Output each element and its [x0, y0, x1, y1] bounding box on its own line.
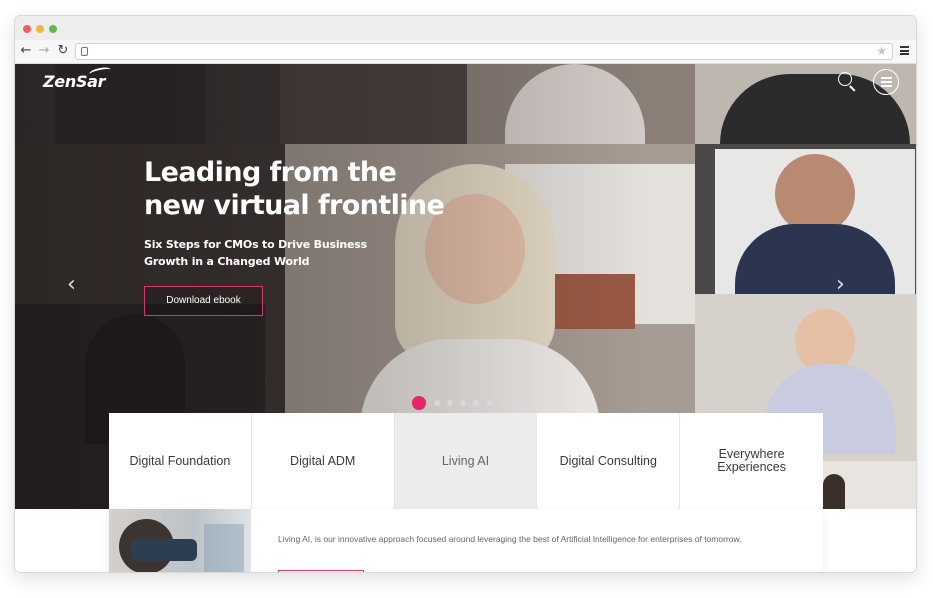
address-bar[interactable]: ★ — [75, 43, 893, 60]
lock-icon — [81, 47, 88, 56]
maximize-window-button[interactable] — [49, 25, 57, 33]
carousel-dot[interactable] — [412, 396, 426, 410]
arrow-right-icon[interactable]: → — [37, 44, 51, 58]
carousel-dot[interactable] — [473, 400, 479, 406]
tab-digital-consulting[interactable]: Digital Consulting — [537, 413, 681, 509]
vr-headset-image — [109, 509, 251, 572]
carousel-dot[interactable] — [460, 400, 466, 406]
reload-icon[interactable]: ↻ — [56, 44, 70, 58]
carousel-prev-icon[interactable]: ‹ — [67, 272, 76, 297]
tab-living-ai[interactable]: Living AI — [394, 413, 538, 509]
hero-title: Leading from the new virtual frontline — [144, 157, 445, 221]
tab-digital-adm[interactable]: Digital ADM — [251, 413, 395, 509]
carousel-dot[interactable] — [486, 400, 492, 406]
learn-more-button[interactable] — [278, 570, 364, 572]
tab-digital-foundation[interactable]: Digital Foundation — [109, 413, 252, 509]
star-icon[interactable]: ★ — [876, 44, 887, 59]
hero-subtitle: Six Steps for CMOs to Drive Business Gro… — [144, 238, 368, 268]
close-window-button[interactable] — [23, 25, 31, 33]
browser-window: ← → ↻ ★ ZenSar Leading from the new virt… — [14, 15, 917, 573]
carousel-dot[interactable] — [499, 400, 505, 406]
browser-toolbar: ← → ↻ ★ — [15, 40, 916, 64]
hamburger-icon[interactable] — [873, 69, 899, 95]
carousel-dot[interactable] — [434, 400, 440, 406]
carousel-dot[interactable] — [512, 400, 518, 406]
living-ai-card: Living AI, is our innovative approach fo… — [109, 509, 823, 572]
tab-everywhere-experiences[interactable]: Everywhere Experiences — [680, 413, 823, 509]
minimize-window-button[interactable] — [36, 25, 44, 33]
menu-icon[interactable] — [900, 46, 909, 55]
search-icon[interactable] — [838, 72, 856, 92]
carousel-next-icon[interactable]: › — [836, 272, 845, 297]
arrow-left-icon[interactable]: ← — [19, 44, 33, 58]
download-ebook-button[interactable]: Download ebook — [144, 286, 263, 316]
offerings-tabs: Digital Foundation Digital ADM Living AI… — [109, 413, 823, 509]
living-ai-description: Living AI, is our innovative approach fo… — [278, 534, 742, 544]
carousel-dot[interactable] — [447, 400, 453, 406]
tab-content-section: Living AI, is our innovative approach fo… — [15, 509, 916, 572]
title-bar — [15, 16, 916, 40]
